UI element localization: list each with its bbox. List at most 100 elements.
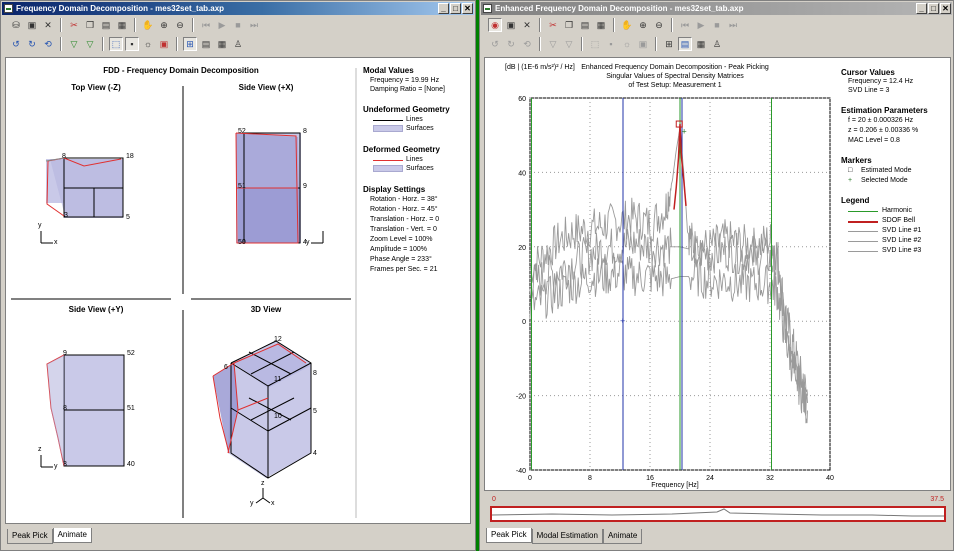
zoom-out-icon[interactable]: ⊖	[652, 18, 666, 32]
x-tick-label: 8	[588, 475, 592, 482]
maximize-button[interactable]: □	[450, 3, 461, 14]
fdd-tabs: Peak Pick Animate	[7, 528, 92, 544]
node-label: 40	[127, 461, 135, 468]
efdd-chart-panel[interactable]: [dB | (1E-6 m/s²)² / Hz] Enhanced Freque…	[484, 57, 951, 491]
toolbar-separator	[671, 17, 673, 32]
filter2-icon[interactable]: ▽	[562, 37, 576, 51]
export-icon[interactable]: ▦	[594, 18, 608, 32]
tab-animate[interactable]: Animate	[52, 528, 92, 543]
last-icon[interactable]: ⏭	[726, 18, 740, 32]
reset-icon[interactable]: ⟲	[41, 37, 55, 51]
view-icon[interactable]: ▣	[157, 37, 171, 51]
close-x-icon[interactable]: ✕	[520, 18, 534, 32]
hand-icon[interactable]: ✋	[141, 18, 155, 32]
rotate-left-icon[interactable]: ↺	[9, 37, 23, 51]
bars-icon[interactable]: ▦	[694, 37, 708, 51]
paste-icon[interactable]: ▤	[578, 18, 592, 32]
paste-icon[interactable]: ▤	[99, 18, 113, 32]
markers-title: Markers	[841, 156, 872, 165]
toolbar-separator	[102, 36, 104, 51]
sun-icon[interactable]: ☼	[620, 37, 634, 51]
close-button[interactable]: ✕	[462, 3, 473, 14]
axis-label-y: y	[306, 239, 310, 246]
node-label: 5	[126, 214, 130, 221]
filter-icon[interactable]: ▽	[546, 37, 560, 51]
last-icon[interactable]: ⏭	[247, 18, 261, 32]
play-icon[interactable]: ▶	[694, 18, 708, 32]
person-icon[interactable]: ♙	[710, 37, 724, 51]
stop-icon[interactable]: ■	[231, 18, 245, 32]
setting-item: Phase Angle = 233°	[370, 256, 432, 263]
select-icon[interactable]: ⬚	[109, 36, 123, 51]
axis-label-y: y	[250, 500, 254, 507]
person-icon[interactable]: ♙	[231, 37, 245, 51]
cursor-frequency: Frequency = 12.4 Hz	[848, 78, 914, 85]
close-x-icon[interactable]: ✕	[41, 18, 55, 32]
cut-icon[interactable]: ✂	[546, 18, 560, 32]
undeformed-line-swatch	[373, 120, 403, 121]
view-icon[interactable]: ▣	[636, 37, 650, 51]
zoom-out-icon[interactable]: ⊖	[173, 18, 187, 32]
list-icon[interactable]: ▤	[199, 37, 213, 51]
copy-icon[interactable]: ❐	[83, 18, 97, 32]
frequency-range-strip[interactable]: 0 37.5	[488, 496, 948, 524]
node-label: 52	[238, 128, 246, 135]
cursor-svd-line: SVD Line = 3	[848, 87, 890, 94]
axis-label-x: x	[54, 239, 58, 246]
x-tick-label: 0	[528, 475, 532, 482]
node-label: 6	[224, 364, 228, 371]
cut-icon[interactable]: ✂	[67, 18, 81, 32]
export-icon[interactable]: ▦	[115, 18, 129, 32]
filter-icon[interactable]: ▽	[67, 37, 81, 51]
grid-icon[interactable]: ▪	[125, 36, 139, 51]
y-tick-label: -40	[516, 468, 526, 475]
deformed-surface-swatch	[373, 165, 403, 172]
open-icon[interactable]: ⛁	[9, 18, 23, 32]
play-icon[interactable]: ▶	[215, 18, 229, 32]
split-icon[interactable]: ⊞	[183, 36, 197, 51]
save-icon[interactable]: ▣	[25, 18, 39, 32]
list-icon[interactable]: ▤	[678, 36, 692, 51]
sun-icon[interactable]: ☼	[141, 37, 155, 51]
estimation-mac: MAC Level = 0.8	[848, 137, 900, 144]
bars-icon[interactable]: ▦	[215, 37, 229, 51]
minimize-button[interactable]: _	[438, 3, 449, 14]
setting-item: Rotation - Horz. = 38°	[370, 196, 438, 203]
efdd-titlebar[interactable]: Enhanced Frequency Domain Decomposition …	[481, 2, 952, 15]
split-icon[interactable]: ⊞	[662, 37, 676, 51]
rotate-right-icon[interactable]: ↻	[25, 37, 39, 51]
tab-modal-estimation[interactable]: Modal Estimation	[531, 529, 603, 544]
reset-icon[interactable]: ⟲	[520, 37, 534, 51]
zoom-in-icon[interactable]: ⊕	[636, 18, 650, 32]
tab-peak-pick[interactable]: Peak Pick	[7, 529, 53, 544]
stop-icon[interactable]: ■	[710, 18, 724, 32]
maximize-button[interactable]: □	[928, 3, 939, 14]
hand-icon[interactable]: ✋	[620, 18, 634, 32]
copy-icon[interactable]: ❐	[562, 18, 576, 32]
node-label: 51	[238, 183, 246, 190]
fdd-animation-panel[interactable]: FDD - Frequency Domain Decomposition Top…	[5, 57, 471, 524]
toolbar-separator	[60, 36, 62, 51]
tab-peak-pick[interactable]: Peak Pick	[486, 528, 532, 543]
rotate-left-icon[interactable]: ↺	[488, 37, 502, 51]
select-icon[interactable]: ⬚	[588, 37, 602, 51]
close-button[interactable]: ✕	[940, 3, 951, 14]
tab-animate[interactable]: Animate	[602, 529, 643, 544]
filter2-icon[interactable]: ▽	[83, 37, 97, 51]
side-view-y-geometry	[46, 354, 125, 467]
rotate-right-icon[interactable]: ↻	[504, 37, 518, 51]
peak-icon[interactable]: ◉	[488, 17, 502, 32]
y-tick-label: -20	[516, 394, 526, 401]
toolbar-separator	[192, 17, 194, 32]
minimize-button[interactable]: _	[916, 3, 927, 14]
first-icon[interactable]: ⏮	[199, 18, 213, 32]
range-selector[interactable]	[490, 506, 946, 522]
save-icon[interactable]: ▣	[504, 18, 518, 32]
first-icon[interactable]: ⏮	[678, 18, 692, 32]
axis-label-y: y	[38, 222, 42, 229]
grid-icon[interactable]: ▪	[604, 37, 618, 51]
modal-frequency: Frequency = 19.99 Hz	[370, 77, 440, 84]
axis-label-z: z	[38, 446, 42, 453]
zoom-in-icon[interactable]: ⊕	[157, 18, 171, 32]
fdd-titlebar[interactable]: Frequency Domain Decomposition - mes32se…	[2, 2, 474, 15]
